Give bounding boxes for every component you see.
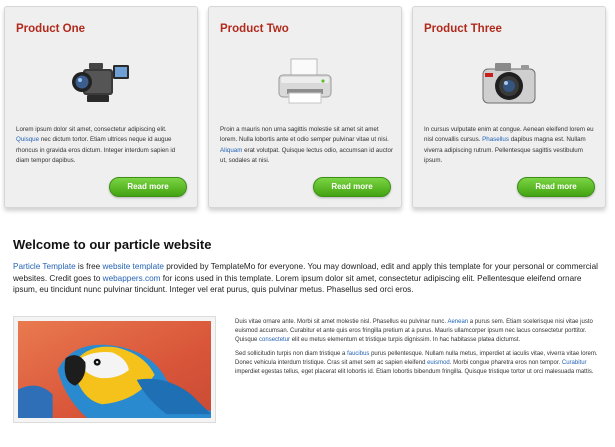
- product-title: Product Two: [220, 23, 289, 35]
- product-card-one: Product One Lorem ipsum dolor sit amet, …: [4, 6, 198, 208]
- inline-link[interactable]: Curabitur: [562, 360, 587, 366]
- read-more-button[interactable]: Read more: [517, 177, 595, 197]
- product-title: Product One: [16, 23, 86, 35]
- camcorder-icon: [72, 63, 129, 102]
- website-template-link[interactable]: website template: [103, 262, 164, 271]
- inline-link[interactable]: Aenean: [447, 319, 468, 325]
- product-description: Proin a mauris non urna sagittis molesti…: [220, 126, 394, 164]
- product-description: In cursus vulputate enim at congue. Aene…: [424, 126, 594, 164]
- particle-template-link[interactable]: Particle Template: [13, 262, 76, 271]
- inline-link[interactable]: faucibus: [347, 351, 369, 357]
- read-more-button[interactable]: Read more: [109, 177, 187, 197]
- product-card-three: Product Three In cursus vulputate enim a…: [412, 6, 606, 208]
- body-paragraph-1: Duis vitae ornare ante. Morbi sit amet m…: [235, 319, 593, 344]
- webappers-link[interactable]: webappers.com: [103, 274, 161, 283]
- printer-icon: [278, 58, 332, 104]
- product-cards: Product One Lorem ipsum dolor sit amet, …: [4, 6, 608, 212]
- inline-link[interactable]: Quisque: [16, 136, 39, 143]
- product-card-two: Product Two Proin a mauris non urna sagi…: [208, 6, 402, 208]
- product-title: Product Three: [424, 23, 502, 35]
- inline-link[interactable]: consectetur: [259, 337, 290, 343]
- inline-link[interactable]: euismod: [427, 360, 450, 366]
- body-paragraph-2: Sed sollicitudin turpis non diam tristiq…: [235, 351, 598, 376]
- parrot-image: [18, 321, 211, 418]
- inline-link[interactable]: Phasellus: [482, 136, 509, 143]
- product-description: Lorem ipsum dolor sit amet, consectetur …: [16, 126, 176, 164]
- body-text: Duis vitae ornare ante. Morbi sit amet m…: [235, 318, 607, 378]
- welcome-heading: Welcome to our particle website: [13, 237, 212, 252]
- inline-link[interactable]: Aliquam: [220, 147, 242, 154]
- intro-paragraph: Particle Template is free website templa…: [13, 262, 598, 295]
- camera-icon: [482, 63, 536, 104]
- parrot-image-frame: [13, 316, 216, 423]
- read-more-button[interactable]: Read more: [313, 177, 391, 197]
